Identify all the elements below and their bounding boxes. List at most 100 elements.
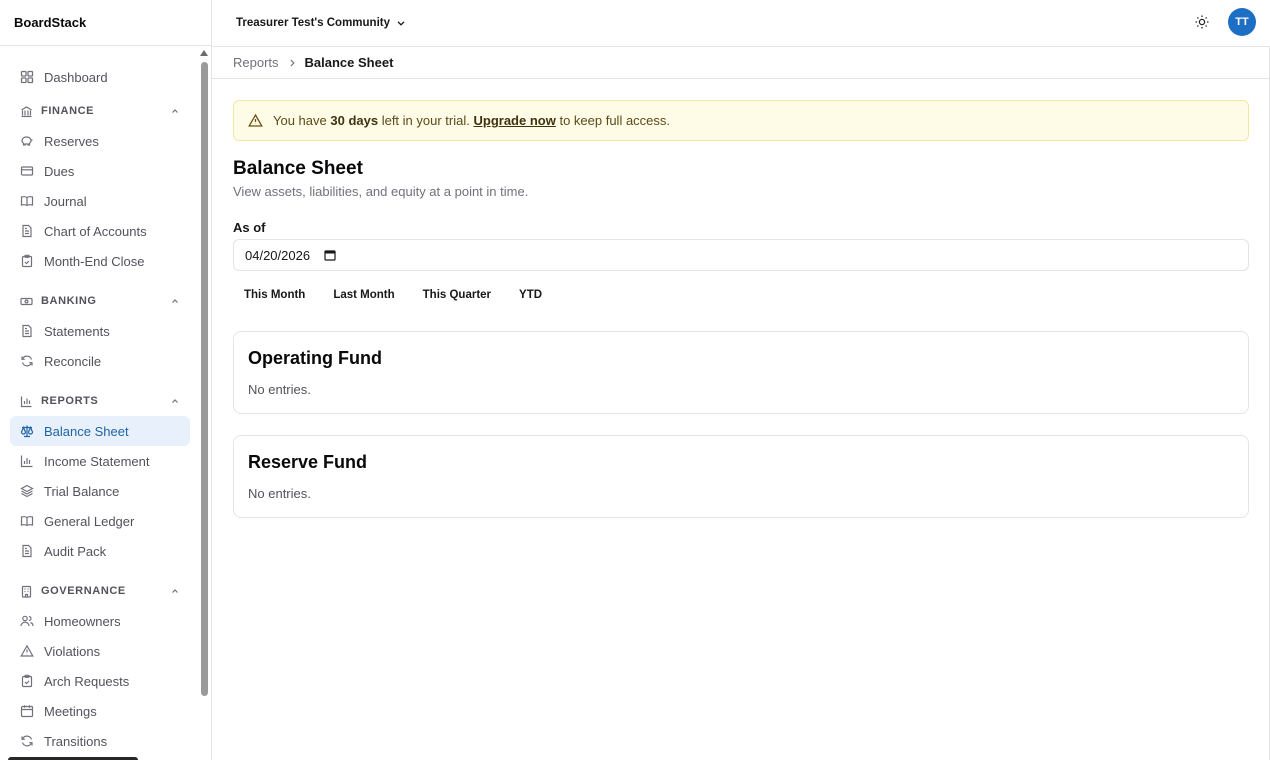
sidebar-item-label: Balance Sheet — [44, 423, 129, 439]
reserve-fund-card: Reserve Fund No entries. — [233, 435, 1249, 518]
sidebar-item-dashboard[interactable]: Dashboard — [10, 62, 190, 92]
building-icon — [20, 585, 33, 598]
sidebar-item-violations[interactable]: Violations — [10, 636, 190, 666]
sidebar-item-label: Journal — [44, 193, 87, 209]
file-text-icon — [20, 324, 34, 338]
sidebar-item-homeowners[interactable]: Homeowners — [10, 606, 190, 636]
layers-icon — [20, 484, 34, 498]
sidebar-item-transitions[interactable]: Transitions — [10, 726, 190, 756]
file-text-icon — [20, 544, 34, 558]
sidebar-item-label: Homeowners — [44, 613, 121, 629]
avatar[interactable]: TT — [1228, 8, 1256, 36]
sidebar-item-statements[interactable]: Statements — [10, 316, 190, 346]
clipboard-check-icon — [20, 674, 34, 688]
sidebar-item-label: Transitions — [44, 733, 108, 749]
brand-logo[interactable]: BoardStack — [0, 0, 211, 46]
sidebar-nav: Dashboard FINANCE Reserves Dues Journal … — [10, 62, 190, 756]
sidebar-scrollbar[interactable] — [199, 48, 209, 760]
section-reports[interactable]: REPORTS — [10, 386, 190, 416]
page-title: Balance Sheet — [233, 158, 363, 179]
sidebar-item-label: Chart of Accounts — [44, 223, 147, 239]
topbar: Treasurer Test's Community TT — [212, 0, 1270, 47]
sidebar-item-general-ledger[interactable]: General Ledger — [10, 506, 190, 536]
breadcrumb-reports-link[interactable]: Reports — [233, 55, 279, 70]
trial-middle: left in your trial. — [381, 113, 470, 128]
section-title: GOVERNANCE — [41, 585, 126, 597]
bar-chart-icon — [20, 454, 34, 468]
fund-empty-text: No entries. — [248, 486, 311, 501]
scrollbar-thumb[interactable] — [201, 62, 208, 696]
bar-chart-icon — [20, 395, 33, 408]
upgrade-link[interactable]: Upgrade now — [473, 113, 555, 128]
fund-empty-text: No entries. — [248, 382, 311, 397]
clipboard-check-icon — [20, 254, 34, 268]
preset-ytd-button[interactable]: YTD — [508, 285, 553, 305]
sidebar-item-label: Audit Pack — [44, 543, 107, 559]
trial-suffix: to keep full access. — [559, 113, 671, 128]
page-subtitle: View assets, liabilities, and equity at … — [233, 184, 529, 199]
chevron-up-icon — [170, 296, 180, 306]
date-presets: This Month Last Month This Quarter YTD — [233, 285, 559, 305]
banknote-icon — [20, 295, 33, 308]
sidebar-item-label: Violations — [44, 643, 101, 659]
sidebar-item-label: Statements — [44, 323, 110, 339]
sidebar-item-balance-sheet[interactable]: Balance Sheet — [10, 416, 190, 446]
section-governance[interactable]: GOVERNANCE — [10, 576, 190, 606]
dashboard-icon — [20, 70, 34, 84]
trial-banner: You have 30 days left in your trial. Upg… — [233, 100, 1249, 141]
sidebar-item-reconcile[interactable]: Reconcile — [10, 346, 190, 376]
sidebar-item-label: Reserves — [44, 133, 99, 149]
scale-icon — [20, 424, 34, 438]
sidebar-item-meetings[interactable]: Meetings — [10, 696, 190, 726]
file-text-icon — [20, 224, 34, 238]
preset-this-quarter-button[interactable]: This Quarter — [412, 285, 502, 305]
sidebar-item-chart-of-accounts[interactable]: Chart of Accounts — [10, 216, 190, 246]
sidebar-item-label: Reconcile — [44, 353, 102, 369]
piggy-bank-icon — [20, 134, 34, 148]
scroll-up-arrow-icon[interactable] — [200, 50, 208, 56]
section-finance[interactable]: FINANCE — [10, 96, 190, 126]
chevron-right-icon — [287, 58, 297, 68]
bank-icon — [20, 105, 33, 118]
section-title: BANKING — [41, 295, 97, 307]
breadcrumb-current: Balance Sheet — [304, 55, 394, 70]
community-selector[interactable]: Treasurer Test's Community — [236, 17, 406, 29]
sidebar-item-journal[interactable]: Journal — [10, 186, 190, 216]
chevron-down-icon — [396, 18, 406, 28]
sidebar-item-arch-requests[interactable]: Arch Requests — [10, 666, 190, 696]
sidebar-item-audit-pack[interactable]: Audit Pack — [10, 536, 190, 566]
chevron-up-icon — [170, 586, 180, 596]
sidebar: BoardStack Dashboard FINANCE Reserves Du… — [0, 0, 212, 760]
refresh-icon — [20, 354, 34, 368]
alert-triangle-icon — [248, 113, 263, 128]
sidebar-item-trial-balance[interactable]: Trial Balance — [10, 476, 190, 506]
sidebar-item-label: Meetings — [44, 703, 97, 719]
sidebar-item-month-end-close[interactable]: Month-End Close — [10, 246, 190, 276]
date-value: 04/20/2026 — [245, 247, 311, 263]
calendar-icon[interactable] — [324, 249, 336, 261]
book-open-icon — [20, 194, 34, 208]
chevron-up-icon — [170, 396, 180, 406]
calendar-icon — [20, 704, 34, 718]
sidebar-item-reserves[interactable]: Reserves — [10, 126, 190, 156]
book-open-icon — [20, 514, 34, 528]
sidebar-item-dues[interactable]: Dues — [10, 156, 190, 186]
sun-icon[interactable] — [1194, 14, 1210, 30]
section-title: REPORTS — [41, 395, 99, 407]
section-title: FINANCE — [41, 105, 95, 117]
trial-days: 30 days — [330, 113, 379, 128]
operating-fund-card: Operating Fund No entries. — [233, 331, 1249, 414]
fund-title: Operating Fund — [248, 348, 382, 368]
sidebar-item-label: Dues — [44, 163, 75, 179]
sidebar-item-label: Trial Balance — [44, 483, 120, 499]
refresh-icon — [20, 734, 34, 748]
sidebar-item-label: Arch Requests — [44, 673, 130, 689]
sidebar-item-income-statement[interactable]: Income Statement — [10, 446, 190, 476]
section-banking[interactable]: BANKING — [10, 286, 190, 316]
trial-prefix: You have — [273, 113, 327, 128]
fund-title: Reserve Fund — [248, 452, 368, 472]
preset-last-month-button[interactable]: Last Month — [322, 285, 405, 305]
breadcrumb: Reports Balance Sheet — [212, 47, 1270, 79]
as-of-date-input[interactable]: 04/20/2026 — [233, 239, 1249, 271]
preset-this-month-button[interactable]: This Month — [233, 285, 316, 305]
